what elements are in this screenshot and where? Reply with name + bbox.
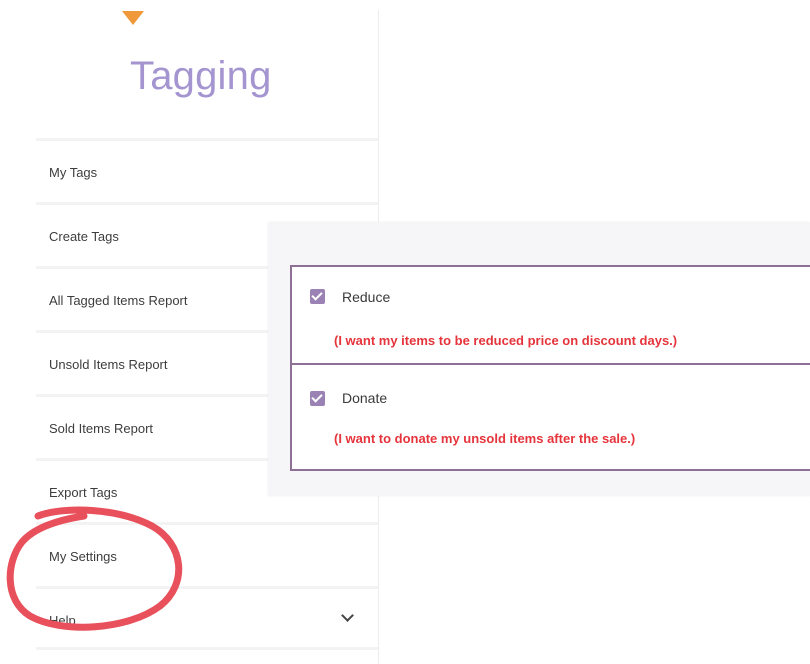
option-label: Donate [342, 390, 388, 406]
option-reduce: Reduce (I want my items to be reduced pr… [292, 267, 810, 363]
sidebar-item-help[interactable]: Help [36, 586, 378, 650]
sidebar-item-label: Create Tags [49, 229, 119, 244]
sidebar-item-label: Unsold Items Report [49, 357, 168, 372]
reduce-checkbox[interactable] [310, 289, 325, 304]
option-note: (I want to donate my unsold items after … [334, 431, 636, 446]
sidebar-item-my-tags[interactable]: My Tags [36, 138, 378, 202]
sidebar-item-label: My Tags [49, 165, 98, 180]
option-note: (I want my items to be reduced price on … [334, 333, 678, 348]
sidebar-item-label: All Tagged Items Report [49, 293, 188, 308]
sidebar-item-label: My Settings [49, 549, 117, 564]
triangle-down-icon [122, 11, 144, 25]
app-title: Tagging [130, 54, 272, 98]
donate-checkbox[interactable] [310, 391, 325, 406]
option-label: Reduce [342, 289, 391, 305]
settings-options-box: Reduce (I want my items to be reduced pr… [290, 265, 810, 471]
sidebar-item-label: Sold Items Report [49, 421, 154, 436]
sidebar-item-my-settings[interactable]: My Settings [36, 522, 378, 586]
sidebar-item-label: Help [49, 613, 76, 628]
option-donate: Donate (I want to donate my unsold items… [292, 365, 810, 471]
sidebar-item-label: Export Tags [49, 485, 118, 500]
screenshot-stage: Tagging My Tags Create Tags All Tagged I… [0, 0, 810, 664]
chevron-down-icon[interactable] [341, 609, 354, 622]
